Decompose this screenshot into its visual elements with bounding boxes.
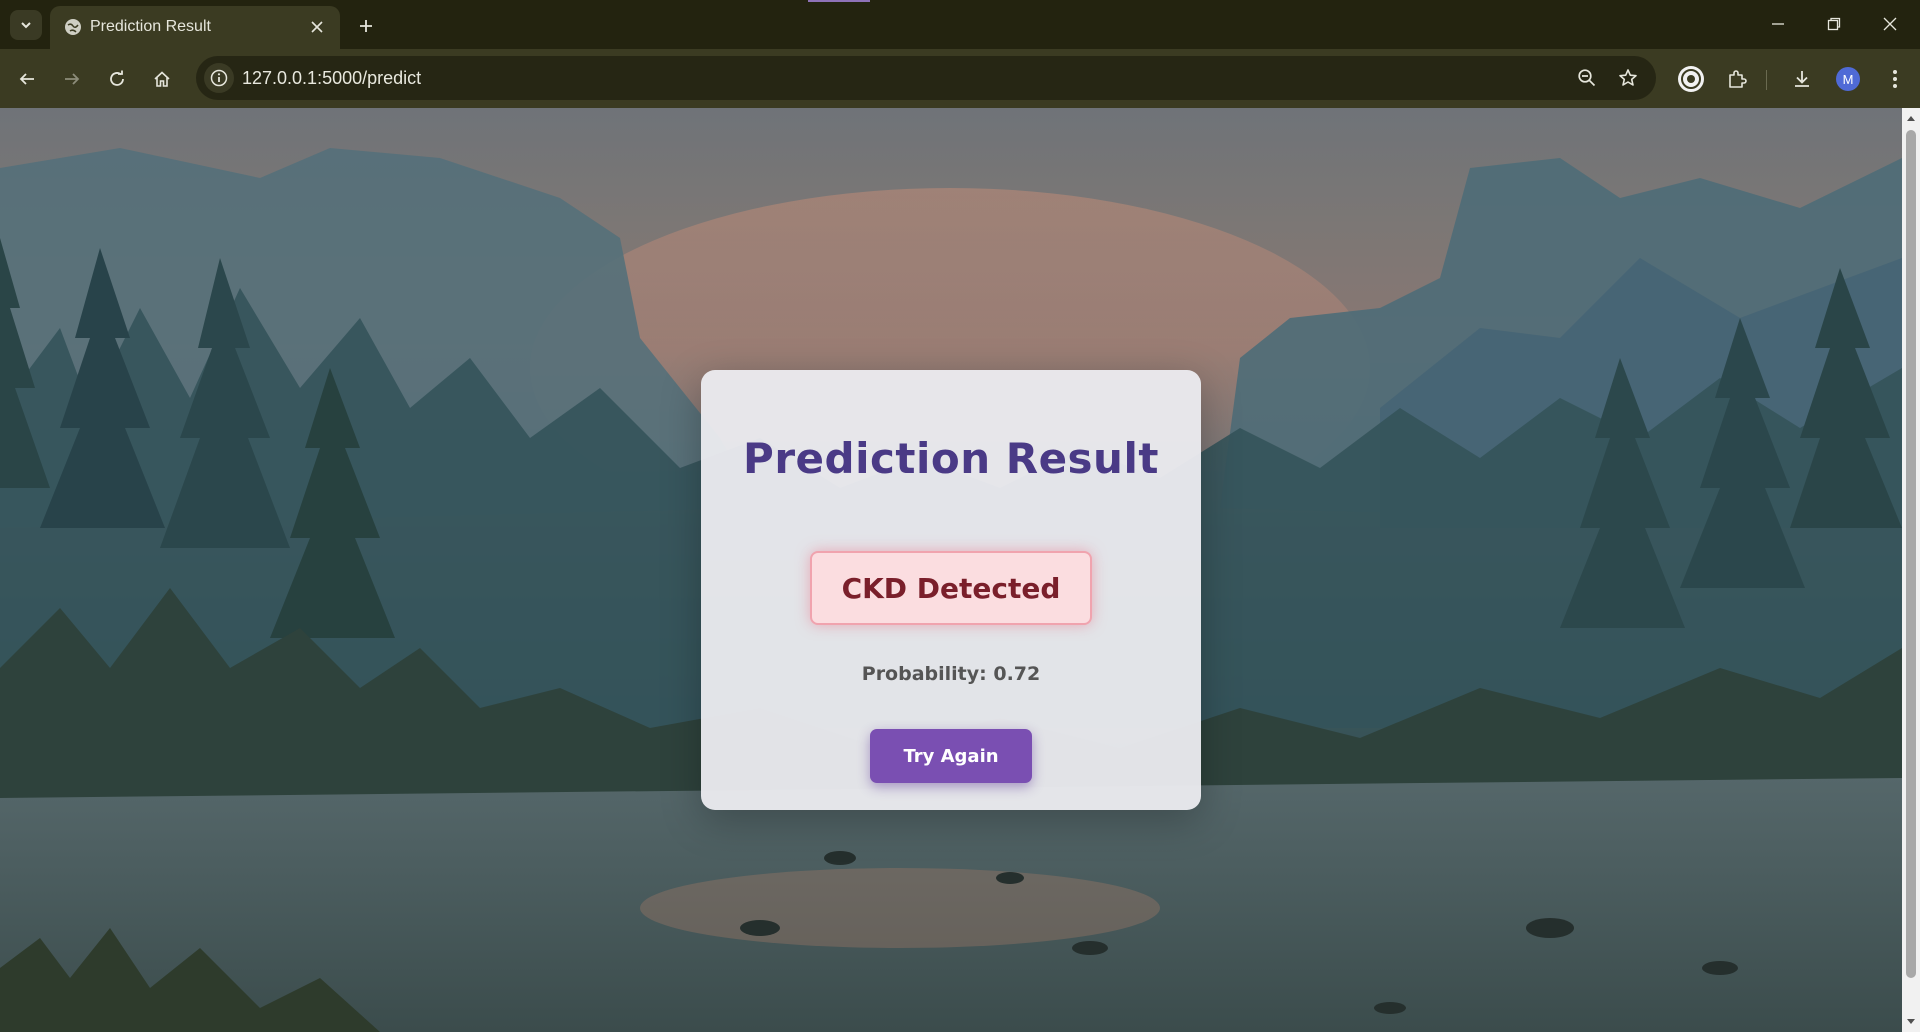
extension-circle-icon — [1678, 66, 1704, 92]
tab-close-button[interactable] — [306, 16, 328, 38]
extension-circle-button[interactable] — [1676, 64, 1706, 94]
minimize-icon — [1772, 23, 1784, 25]
address-bar[interactable]: 127.0.0.1:5000/predict — [196, 56, 1656, 100]
download-icon — [1795, 71, 1809, 87]
home-button[interactable] — [147, 64, 177, 94]
restore-icon — [1827, 17, 1841, 31]
close-icon — [1883, 17, 1897, 31]
home-icon — [154, 71, 170, 87]
triangle-up-icon — [1907, 116, 1915, 121]
page-viewport: Prediction Result CKD Detected Probabili… — [0, 108, 1902, 1032]
bookmark-button[interactable] — [1614, 64, 1642, 92]
close-icon — [311, 21, 323, 33]
scroll-down-arrow[interactable] — [1906, 1017, 1916, 1027]
tab-loading-indicator — [808, 0, 870, 2]
probability-text: Probability: 0.72 — [861, 663, 1041, 685]
plus-icon — [360, 20, 372, 32]
globe-icon — [65, 19, 81, 35]
close-window-button[interactable] — [1868, 8, 1912, 40]
result-card: Prediction Result CKD Detected Probabili… — [701, 370, 1201, 810]
extensions-button[interactable] — [1722, 64, 1752, 94]
tab-search-button[interactable] — [10, 10, 42, 40]
minimize-button[interactable] — [1756, 8, 1800, 40]
scrollbar-thumb[interactable] — [1906, 130, 1916, 978]
arrow-right-icon — [65, 73, 80, 85]
prediction-result-badge: CKD Detected — [810, 551, 1092, 625]
info-icon — [210, 69, 228, 87]
star-icon — [1619, 69, 1637, 86]
tab-title: Prediction Result — [90, 18, 211, 35]
site-info-button[interactable] — [204, 63, 234, 93]
reload-button[interactable] — [102, 64, 132, 94]
kebab-menu-icon — [1893, 70, 1897, 88]
forward-button[interactable] — [57, 64, 87, 94]
zoom-out-icon — [1578, 69, 1596, 87]
downloads-button[interactable] — [1787, 64, 1817, 94]
page-title: Prediction Result — [743, 434, 1159, 483]
puzzle-icon — [1729, 70, 1747, 88]
toolbar-divider — [1766, 70, 1767, 90]
profile-avatar[interactable]: M — [1836, 67, 1860, 91]
scroll-up-arrow[interactable] — [1906, 113, 1916, 123]
new-tab-button[interactable] — [352, 12, 380, 40]
tab-strip: Prediction Result — [0, 0, 1920, 49]
zoom-button[interactable] — [1573, 64, 1601, 92]
url-text[interactable]: 127.0.0.1:5000/predict — [242, 68, 421, 89]
tab-active[interactable]: Prediction Result — [50, 6, 340, 49]
chevron-down-icon — [21, 22, 31, 29]
restore-button[interactable] — [1812, 8, 1856, 40]
browser-menu-button[interactable] — [1880, 64, 1910, 94]
arrow-left-icon — [19, 73, 34, 85]
page-scrollbar[interactable] — [1902, 108, 1920, 1032]
try-again-button[interactable]: Try Again — [870, 729, 1032, 783]
reload-icon — [110, 70, 124, 86]
browser-toolbar: 127.0.0.1:5000/predict — [0, 49, 1920, 108]
back-button[interactable] — [12, 64, 42, 94]
triangle-down-icon — [1907, 1019, 1915, 1024]
